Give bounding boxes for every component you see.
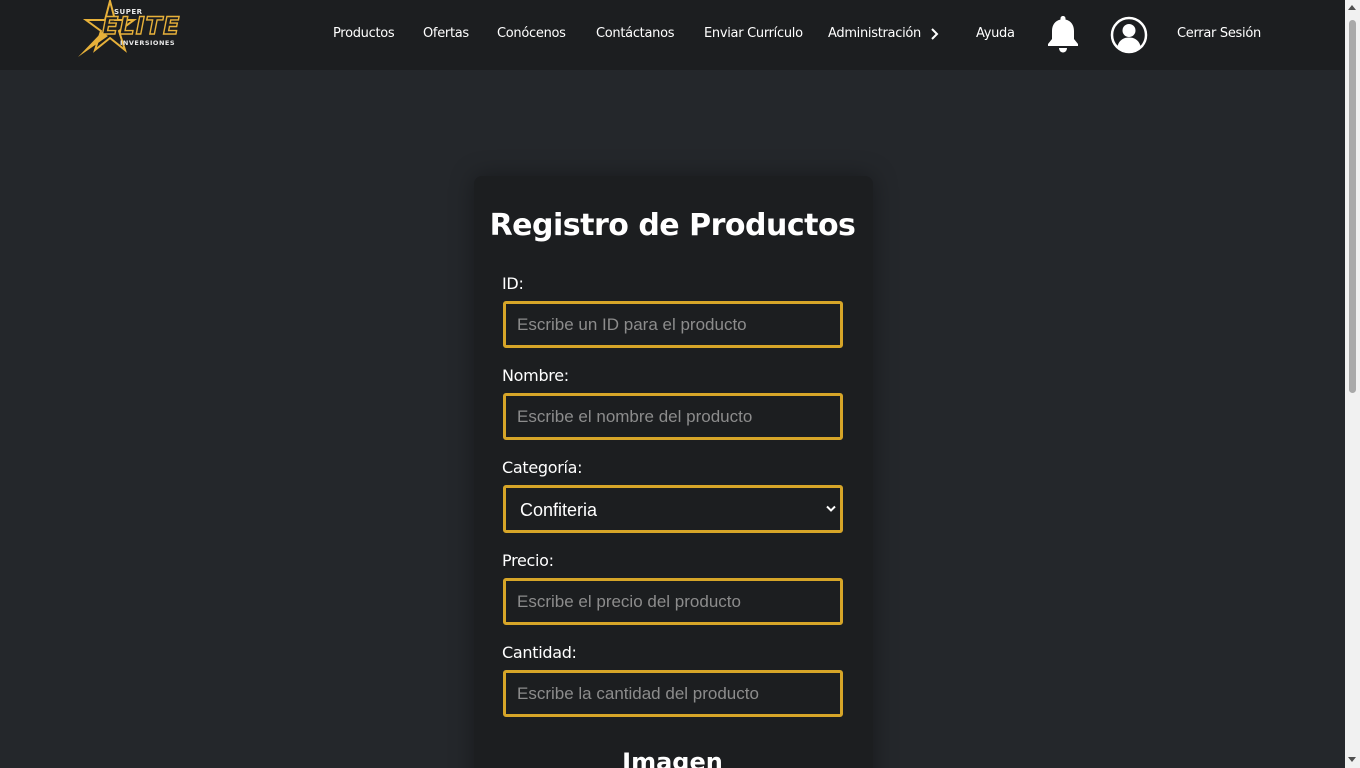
nav-enviar-curriculo[interactable]: Enviar Currículo bbox=[704, 26, 803, 41]
category-select[interactable]: Confiteria bbox=[503, 485, 843, 533]
price-label: Precio: bbox=[502, 551, 554, 570]
nav-ofertas[interactable]: Ofertas bbox=[423, 26, 469, 41]
scroll-thumb[interactable] bbox=[1349, 20, 1356, 393]
logout-link[interactable]: Cerrar Sesión bbox=[1177, 26, 1261, 41]
page-scrollbar[interactable] bbox=[1345, 0, 1360, 768]
nav-productos[interactable]: Productos bbox=[333, 26, 395, 41]
quantity-label: Cantidad: bbox=[502, 643, 577, 662]
bell-icon[interactable] bbox=[1046, 14, 1080, 54]
scroll-up-icon[interactable] bbox=[1348, 5, 1356, 10]
brand-inversiones: INVERSIONES bbox=[120, 39, 176, 47]
id-input[interactable] bbox=[503, 301, 843, 348]
name-input[interactable] bbox=[503, 393, 843, 440]
top-navbar: SUPER ELITE INVERSIONES Productos Oferta… bbox=[0, 0, 1345, 70]
id-label: ID: bbox=[502, 274, 524, 293]
scroll-down-icon[interactable] bbox=[1348, 757, 1356, 762]
user-icon[interactable] bbox=[1110, 16, 1148, 54]
price-input[interactable] bbox=[503, 578, 843, 625]
nav-conocenos[interactable]: Conócenos bbox=[497, 26, 566, 41]
chevron-right-icon[interactable] bbox=[930, 27, 940, 41]
name-label: Nombre: bbox=[502, 366, 569, 385]
page-title: Registro de Productos bbox=[489, 208, 856, 243]
brand-elite: ELITE bbox=[101, 11, 181, 40]
brand-logo[interactable]: SUPER ELITE INVERSIONES bbox=[72, 0, 206, 60]
nav-administracion[interactable]: Administración bbox=[828, 26, 921, 41]
category-label: Categoría: bbox=[502, 458, 583, 477]
quantity-input[interactable] bbox=[503, 670, 843, 717]
chevron-down-icon bbox=[826, 505, 836, 512]
nav-ayuda[interactable]: Ayuda bbox=[976, 26, 1015, 41]
nav-contactanos[interactable]: Contáctanos bbox=[596, 26, 675, 41]
image-section-title: Imagen bbox=[622, 748, 723, 768]
category-selected-value: Confiteria bbox=[520, 500, 598, 520]
